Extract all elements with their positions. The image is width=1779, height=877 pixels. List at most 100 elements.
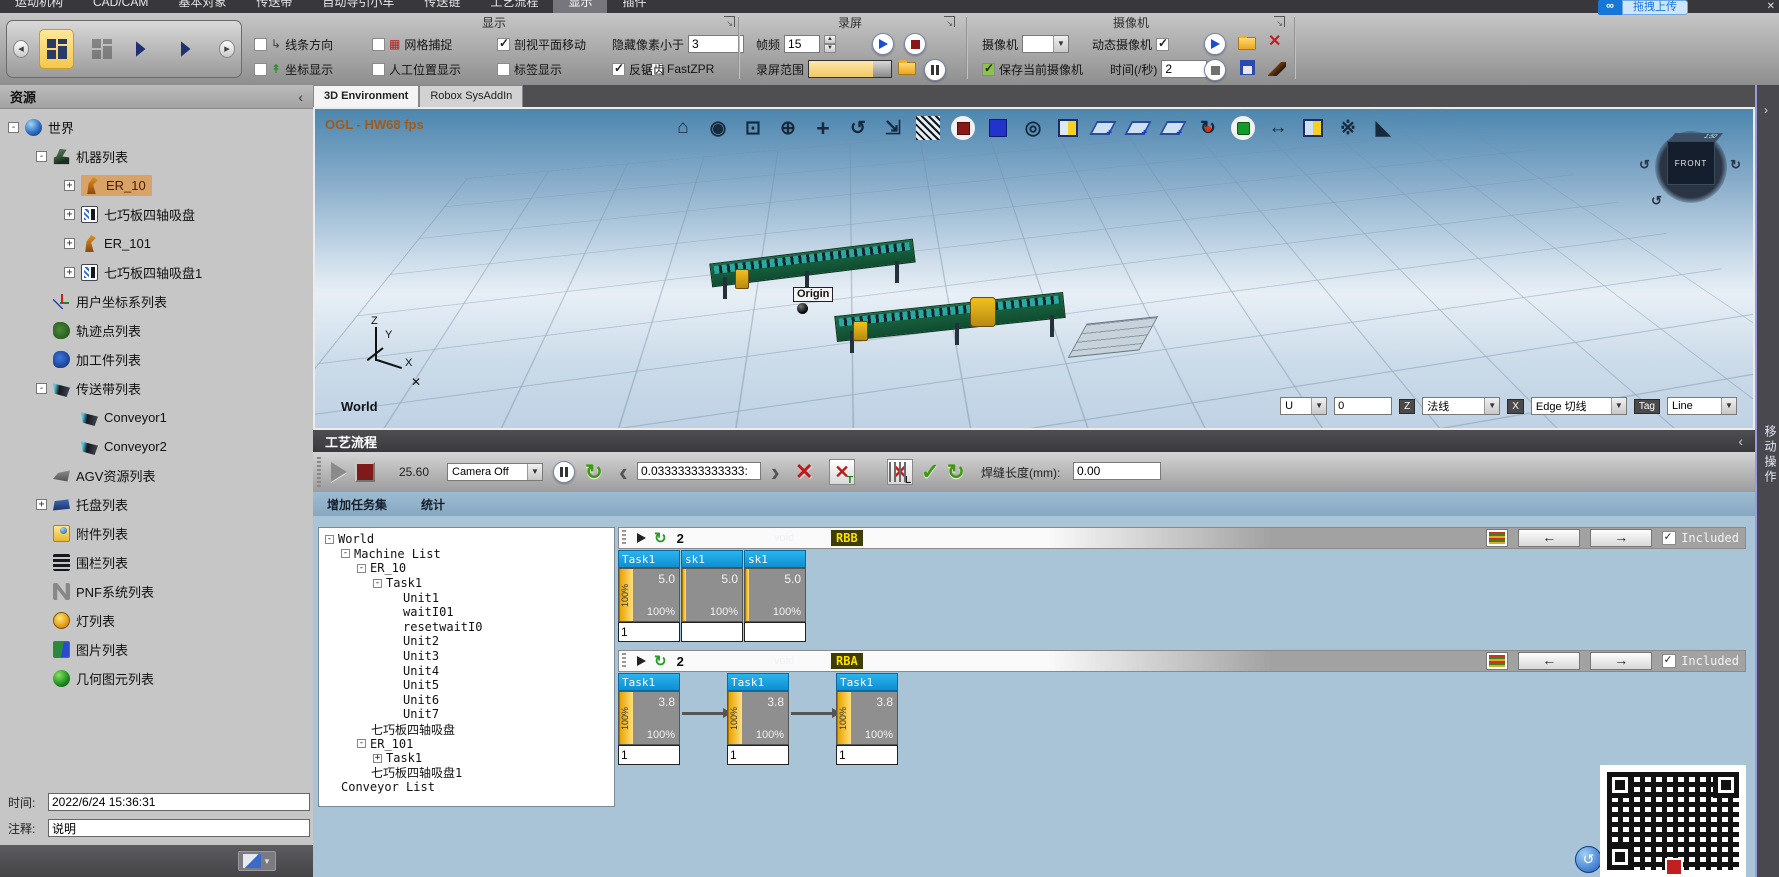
antialias-toggle[interactable]: 反锯齿 <box>612 60 665 78</box>
menu-display[interactable]: 显示 <box>553 0 607 13</box>
fit-view-icon[interactable]: ⇲ <box>880 115 906 141</box>
orbit-down-icon[interactable]: ↺ <box>1651 193 1662 209</box>
row-badge-rba[interactable]: RBA <box>831 653 863 669</box>
camera-stop-button[interactable] <box>1204 59 1226 81</box>
delete-icon[interactable]: ✕ <box>795 459 813 485</box>
checkbox[interactable] <box>497 63 510 76</box>
note-input[interactable] <box>48 819 310 837</box>
measure-icon[interactable]: ↔ <box>1265 115 1291 141</box>
row-badge-rbb[interactable]: RBB <box>831 530 863 546</box>
scroll-left-icon[interactable]: ◂ <box>13 40 29 58</box>
sketch-icon[interactable]: ◣ <box>1370 115 1396 141</box>
tree-item-agv-list[interactable]: AGV资源列表 <box>0 461 313 490</box>
checkbox[interactable] <box>1662 531 1676 545</box>
tab-add-task-set[interactable]: 增加任务集 <box>327 496 387 513</box>
tree-item-conveyor1[interactable]: Conveyor1 <box>0 403 313 432</box>
camera-delete-button[interactable]: ✕ <box>1268 35 1281 49</box>
hatch-section-icon[interactable] <box>915 115 941 141</box>
save-camera-toggle[interactable]: 保存当前摄像机 <box>982 60 1083 78</box>
tree-item-machine-list[interactable]: -机器列表 <box>0 142 313 171</box>
tree-item-gripper1[interactable]: +七巧板四轴吸盘1 <box>0 258 313 287</box>
orbit-view-icon[interactable]: ◉ <box>705 115 731 141</box>
checkbox[interactable] <box>254 38 267 51</box>
3d-viewport[interactable]: OGL - HW68 fps ⌂ ◉ ⊡ ⊕ + ↺ ⇲ ◎ ↻ ↔ ※ ◣ <box>313 107 1755 430</box>
tree-item-attachment-list[interactable]: 附件列表 <box>0 519 313 548</box>
edge-tangent-select[interactable]: Edge 切线▼ <box>1531 397 1627 415</box>
tree-item-gripper[interactable]: +七巧板四轴吸盘 <box>0 200 313 229</box>
tab-robox-sysaddin[interactable]: Robox SysAddIn <box>419 85 523 107</box>
menu-cadcam[interactable]: CAD/CAM <box>78 0 163 13</box>
checkbox[interactable] <box>982 63 995 76</box>
included-toggle[interactable]: Included <box>1662 654 1739 668</box>
fps-input[interactable] <box>784 35 820 53</box>
loop-icon[interactable]: ↻ <box>654 652 667 670</box>
record-open-button[interactable] <box>898 62 916 75</box>
cube-front-face[interactable]: FRONT <box>1667 141 1715 185</box>
robot-list-icon[interactable] <box>1486 529 1508 547</box>
tree-item-ucs-list[interactable]: 用户坐标系列表 <box>0 287 313 316</box>
time-input[interactable] <box>48 793 310 811</box>
robot-er101-model[interactable] <box>970 297 996 327</box>
block-count-input[interactable] <box>681 622 743 642</box>
close-icon[interactable]: ✕ <box>1767 0 1775 13</box>
globe-icon[interactable]: ↺ <box>1575 846 1602 873</box>
zoom-icon[interactable]: ⊕ <box>775 115 801 141</box>
checkbox[interactable] <box>1156 38 1169 51</box>
view-plane-side-icon[interactable] <box>1160 115 1186 141</box>
chevron-right-icon[interactable]: › <box>1764 103 1768 117</box>
clip-plane-blue-icon[interactable] <box>985 115 1011 141</box>
robot-model[interactable] <box>853 321 868 341</box>
origin-marker[interactable] <box>797 303 808 314</box>
block-count-input[interactable] <box>727 745 789 765</box>
checkbox[interactable] <box>372 38 385 51</box>
rotate-view-icon[interactable]: ↺ <box>845 115 871 141</box>
x-chip[interactable]: X <box>1507 399 1524 414</box>
tree-item-world[interactable]: -世界 <box>0 113 313 142</box>
block-count-input[interactable] <box>618 745 680 765</box>
step-forward-icon[interactable]: › <box>771 462 780 482</box>
dynamic-camera-toggle[interactable]: 动态摄像机 <box>1092 35 1169 53</box>
camera-off-select[interactable]: Camera Off▼ <box>447 463 543 481</box>
tag-chip[interactable]: Tag <box>1634 399 1660 414</box>
orbit-left-icon[interactable]: ↺ <box>1639 157 1650 173</box>
menu-agv[interactable]: 自动导引小车 <box>307 0 409 13</box>
checkbox[interactable] <box>372 63 385 76</box>
u-select[interactable]: U▼ <box>1280 397 1327 415</box>
record-range-swatch[interactable] <box>808 60 892 78</box>
record-stop-button[interactable] <box>904 33 926 55</box>
checkbox[interactable] <box>254 63 267 76</box>
orbit-right-icon[interactable]: ↻ <box>1730 157 1741 173</box>
tree-item-pallet-list[interactable]: +托盘列表 <box>0 490 313 519</box>
section-plane-move-toggle[interactable]: 剖视平面移动 <box>497 35 586 53</box>
tree-item-geometry-list[interactable]: 几何图元列表 <box>0 664 313 693</box>
shift-right-button[interactable]: → <box>1590 529 1652 547</box>
step-value-input[interactable] <box>637 462 761 480</box>
process-tree[interactable]: -World -Machine List -ER_10 -Task1 Unit1… <box>318 527 615 807</box>
bounding-box-icon[interactable] <box>1300 115 1326 141</box>
hide-pixels-input[interactable] <box>688 35 744 53</box>
section-box-icon[interactable] <box>1055 115 1081 141</box>
tree-item-picture-list[interactable]: 图片列表 <box>0 635 313 664</box>
grid-snap-toggle[interactable]: ▦网格捕捉 <box>372 35 452 53</box>
task-block[interactable]: Task1 100% 5.0100% <box>618 550 680 642</box>
line-select[interactable]: Line▼ <box>1667 397 1737 415</box>
label-display-toggle[interactable]: 标签显示 <box>497 60 562 78</box>
sim-play-button[interactable] <box>331 462 347 482</box>
home-icon[interactable]: ⌂ <box>670 115 696 141</box>
menu-transfer-chain[interactable]: 传送链 <box>409 0 475 13</box>
reload-icon[interactable]: ↻ <box>947 460 965 485</box>
drag-handle[interactable] <box>317 457 321 487</box>
tree-item-conveyor-list[interactable]: -传送带列表 <box>0 374 313 403</box>
block-count-input[interactable] <box>836 745 898 765</box>
layout-grid2-button[interactable] <box>84 29 119 69</box>
menu-plugin[interactable]: 插件 <box>607 0 661 13</box>
task-block[interactable]: Task1 100% 3.8100% <box>727 673 789 765</box>
checkbox[interactable] <box>1662 654 1676 668</box>
upload-button[interactable]: 拖拽上传 <box>1622 0 1688 15</box>
mirror-left-button[interactable] <box>129 29 164 69</box>
rotate-point-icon[interactable]: ↻ <box>1195 115 1221 141</box>
tree-item-trajectory-list[interactable]: 轨迹点列表 <box>0 316 313 345</box>
z-chip[interactable]: Z <box>1399 399 1415 414</box>
camera-time-input[interactable] <box>1161 60 1207 78</box>
tab-statistics[interactable]: 统计 <box>421 496 445 513</box>
